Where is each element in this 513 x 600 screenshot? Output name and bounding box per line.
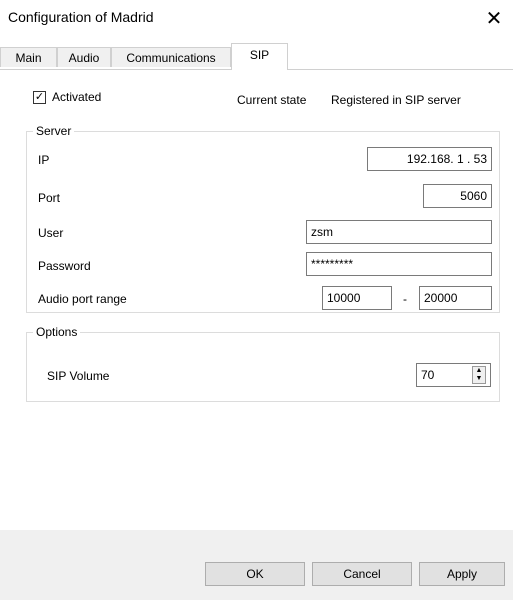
password-label: Password bbox=[38, 259, 91, 273]
audio-port-range-label: Audio port range bbox=[38, 292, 127, 306]
activated-label: Activated bbox=[52, 90, 102, 104]
ip-label: IP bbox=[38, 153, 50, 167]
audio-port-to-field[interactable]: 20000 bbox=[419, 286, 492, 310]
tab-communications[interactable]: Communications bbox=[111, 47, 231, 67]
title-bar: Configuration of Madrid ✕ bbox=[0, 0, 513, 36]
sip-volume-spinner[interactable]: ▲ ▼ bbox=[472, 366, 486, 384]
checkbox-box[interactable]: ✓ bbox=[33, 90, 46, 104]
current-state-value: Registered in SIP server bbox=[331, 93, 461, 107]
spin-up-icon[interactable]: ▲ bbox=[476, 367, 483, 375]
port-label: Port bbox=[38, 191, 61, 205]
configuration-dialog: Configuration of Madrid ✕ Main Audio Com… bbox=[0, 0, 513, 600]
options-legend: Options bbox=[33, 325, 81, 339]
user-label: User bbox=[38, 226, 64, 240]
ok-button[interactable]: OK bbox=[205, 562, 305, 586]
server-legend: Server bbox=[33, 124, 75, 138]
cancel-button[interactable]: Cancel bbox=[312, 562, 412, 586]
password-field[interactable]: ********* bbox=[306, 252, 492, 276]
apply-button[interactable]: Apply bbox=[419, 562, 505, 586]
checkmark-icon: ✓ bbox=[34, 90, 45, 103]
current-state-label: Current state bbox=[237, 93, 307, 107]
sip-volume-label: SIP Volume bbox=[47, 369, 110, 383]
audio-port-from-field[interactable]: 10000 bbox=[322, 286, 392, 310]
ip-address-field[interactable]: 192.168. 1 . 53 bbox=[367, 147, 492, 171]
user-field[interactable]: zsm bbox=[306, 220, 492, 244]
window-title: Configuration of Madrid bbox=[8, 9, 154, 25]
audio-port-range-separator: - bbox=[403, 292, 407, 306]
tab-main[interactable]: Main bbox=[0, 47, 57, 67]
tab-sip[interactable]: SIP bbox=[231, 43, 288, 70]
close-icon[interactable]: ✕ bbox=[479, 4, 509, 32]
activated-checkbox[interactable]: ✓ Activated bbox=[33, 90, 101, 104]
tab-audio[interactable]: Audio bbox=[57, 47, 111, 67]
port-field[interactable]: 5060 bbox=[423, 184, 492, 208]
spin-down-icon[interactable]: ▼ bbox=[476, 375, 483, 383]
tab-strip: Main Audio Communications SIP bbox=[0, 43, 513, 70]
